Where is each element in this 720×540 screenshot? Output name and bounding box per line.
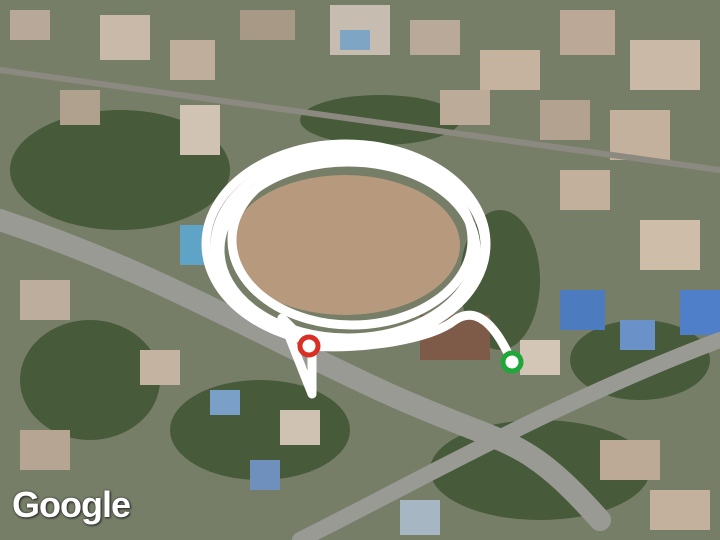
google-logo: Google xyxy=(12,484,131,525)
start-marker[interactable] xyxy=(297,334,321,358)
satellite-map[interactable] xyxy=(0,0,720,540)
end-marker[interactable] xyxy=(500,350,524,374)
